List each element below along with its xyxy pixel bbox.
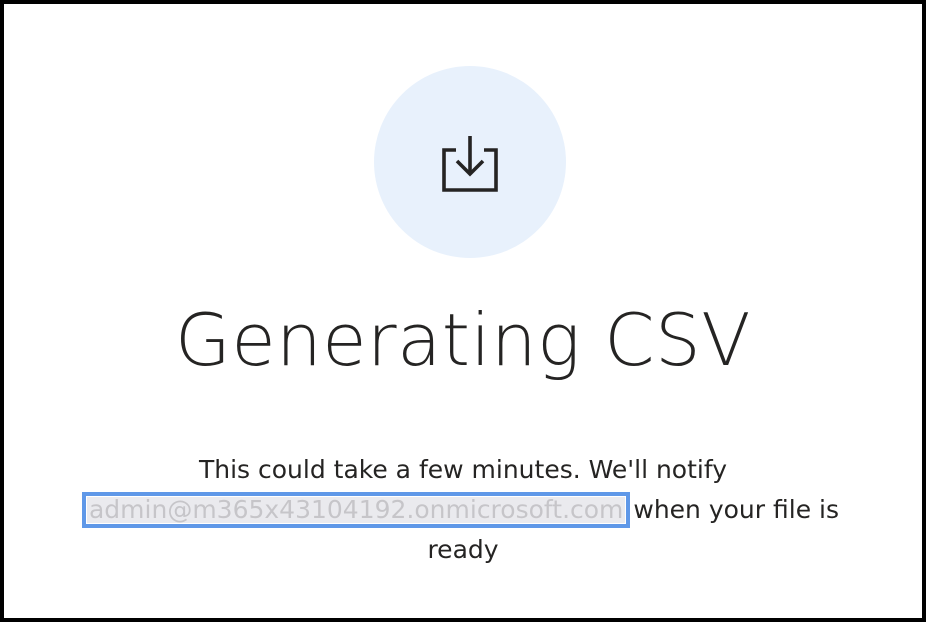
icon-circle xyxy=(374,66,566,258)
message-lead: This could take a few minutes. We'll not… xyxy=(198,455,728,484)
page-title: Generating CSV xyxy=(175,298,751,382)
status-message: This could take a few minutes. We'll not… xyxy=(81,450,842,570)
download-icon xyxy=(442,136,498,192)
generating-csv-panel: Generating CSV This could take a few min… xyxy=(4,4,922,618)
notification-email: admin@m365x43104192.onmicrosoft.com xyxy=(81,492,631,528)
